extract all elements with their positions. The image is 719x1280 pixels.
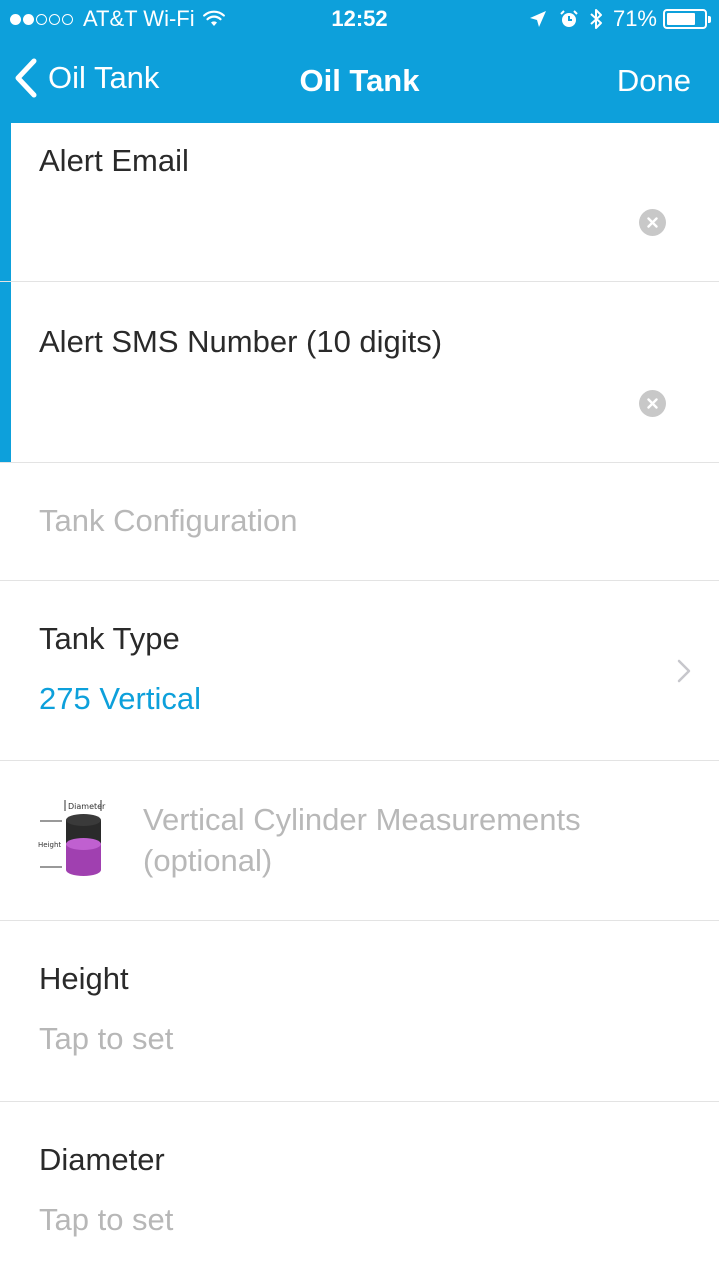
measurements-title: Vertical Cylinder Measurements <box>143 802 581 837</box>
bluetooth-icon <box>590 9 602 29</box>
clear-email-button[interactable] <box>639 209 666 236</box>
focus-accent-bar <box>0 282 11 462</box>
status-bar: AT&T Wi-Fi 12:52 71% <box>0 0 719 40</box>
section-title: Tank Configuration <box>39 503 298 538</box>
diameter-label: Diameter <box>39 1142 165 1177</box>
tank-type-value: 275 Vertical <box>39 681 201 716</box>
clear-sms-button[interactable] <box>639 390 666 417</box>
status-right: 71% <box>529 6 711 32</box>
navigation-bar: Oil Tank Oil Tank Done <box>0 50 719 112</box>
diagram-height-text: Height <box>38 841 61 849</box>
done-button[interactable]: Done <box>617 63 691 99</box>
location-arrow-icon <box>529 11 546 27</box>
height-value[interactable]: Tap to set <box>39 1021 173 1057</box>
tank-type-row[interactable]: Tank Type 275 Vertical <box>0 581 719 761</box>
alert-sms-row[interactable]: Alert SMS Number (10 digits) <box>0 282 719 463</box>
diameter-value[interactable]: Tap to set <box>39 1202 173 1238</box>
close-icon <box>647 398 658 409</box>
close-icon <box>647 217 658 228</box>
chevron-right-icon <box>677 659 691 683</box>
alert-email-label: Alert Email <box>39 143 189 178</box>
measurements-row: Diameter Height Vertical Cylinder Measur… <box>0 761 719 921</box>
alert-sms-label: Alert SMS Number (10 digits) <box>39 324 443 359</box>
page-title: Oil Tank <box>299 63 420 98</box>
alarm-clock-icon <box>560 10 578 27</box>
height-label: Height <box>39 961 129 996</box>
diameter-row[interactable]: Diameter Tap to set <box>0 1102 719 1280</box>
measurements-title-block: Vertical Cylinder Measurements (optional… <box>143 799 581 881</box>
measurements-subtitle: (optional) <box>143 843 273 878</box>
tank-type-label: Tank Type <box>39 621 180 656</box>
focus-accent-bar <box>0 123 11 281</box>
battery-percent: 71% <box>612 6 657 31</box>
height-row[interactable]: Height Tap to set <box>0 921 719 1102</box>
alert-email-row[interactable]: Alert Email <box>0 123 719 282</box>
diagram-diameter-text: Diameter <box>68 802 106 811</box>
battery-icon <box>663 9 711 29</box>
vertical-cylinder-diagram-icon: Diameter Height <box>38 800 106 876</box>
tank-configuration-header: Tank Configuration <box>0 463 719 581</box>
header: AT&T Wi-Fi 12:52 71% Oil Tank Oil Tank D… <box>0 0 719 123</box>
